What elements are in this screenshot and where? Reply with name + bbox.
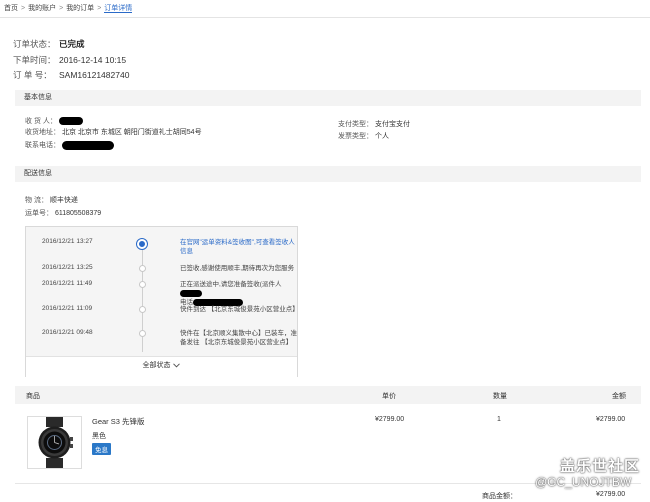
breadcrumb-separator: >	[59, 5, 64, 12]
product-unit-price: ¥2799.00	[375, 416, 405, 423]
redacted-courier	[180, 289, 202, 297]
watermark-community-name: 盖乐世社区	[560, 458, 641, 475]
tracking-message-block: 正在派送途中,请您准备签收(派件人 电话	[180, 280, 297, 307]
basic-info-header: 基本信息	[15, 90, 641, 106]
tracking-time: 2016/12/21 13:25	[42, 264, 93, 271]
tracking-time: 2016/12/21 11:09	[42, 305, 93, 312]
show-all-status-label: 全部状态	[142, 362, 171, 369]
breadcrumb-current: 订单详情	[104, 5, 133, 13]
timeline-dot-active-icon	[137, 239, 147, 249]
breadcrumb-account-link[interactable]: 我的账户	[28, 5, 56, 12]
breadcrumb: 首页 > 我的账户 > 我的订单 > 订单详情	[4, 3, 133, 15]
address-value: 北京 北京市 东城区 朝阳门街道礼士胡同54号	[61, 129, 202, 136]
product-color: 黑色	[92, 433, 106, 440]
breadcrumb-orders-link[interactable]: 我的订单	[66, 5, 94, 12]
order-status-value: 已完成	[59, 39, 85, 49]
payment-type-value: 支付宝支付	[374, 121, 410, 128]
breadcrumb-separator: >	[97, 5, 102, 12]
recipient-label: 收 货 人：	[25, 118, 57, 125]
recipient-row: 收 货 人：	[25, 116, 83, 126]
order-number-row: 订 单 号： SAM16121482740	[13, 69, 129, 81]
payment-type-row: 支付类型： 支付宝支付	[338, 119, 410, 129]
timeline-dot-icon	[139, 330, 146, 337]
shipping-info-header: 配送信息	[15, 166, 641, 182]
payment-type-label: 支付类型：	[338, 121, 373, 128]
header-quantity: 数量	[493, 393, 507, 400]
tracking-timeline: 2016/12/21 13:27 在官网"运单资料&签收图",可查看签收人信息 …	[25, 226, 299, 377]
shipping-info-title: 配送信息	[24, 170, 52, 177]
tracking-message: 已签收,感谢使用顺丰,期待再次为您服务	[180, 265, 295, 272]
invoice-type-label: 发票类型：	[338, 133, 373, 140]
header-product: 商品	[26, 393, 40, 400]
timeline-dot-icon	[139, 265, 146, 272]
product-table-header: 商品 单价 数量 金额	[15, 386, 641, 404]
tracking-time: 2016/12/21 11:49	[42, 280, 93, 287]
waybill-value: 611805508379	[54, 210, 102, 217]
goods-amount-value: ¥2799.00	[596, 491, 626, 498]
show-all-status-button[interactable]: 全部状态	[26, 356, 297, 377]
order-time-value: 2016-12-14 10:15	[59, 55, 127, 65]
watermark-user-handle: @GC_UNOJTBW	[535, 475, 632, 489]
tracking-message[interactable]: 在官网"运单资料&签收图",可查看签收人信息	[180, 238, 297, 256]
waybill-label: 运单号：	[25, 210, 53, 217]
phone-row: 联系电话：	[25, 140, 114, 150]
breadcrumb-separator: >	[21, 5, 26, 12]
tracking-message: 正在派送途中,请您准备签收(派件人	[180, 281, 282, 288]
order-status-label: 订单状态：	[13, 39, 56, 49]
product-name[interactable]: Gear S3 先锋版	[92, 416, 145, 427]
address-row: 收货地址： 北京 北京市 东城区 朝阳门街道礼士胡同54号	[25, 127, 202, 137]
waybill-row: 运单号： 611805508379	[25, 208, 101, 218]
goods-amount-label: 商品金额：	[482, 493, 517, 500]
timeline-dot-icon	[139, 306, 146, 313]
order-status-row: 订单状态： 已完成	[13, 38, 85, 50]
redacted-name	[58, 117, 83, 126]
product-amount: ¥2799.00	[596, 416, 626, 423]
basic-info-title: 基本信息	[24, 94, 52, 101]
tracking-time: 2016/12/21 13:27	[42, 238, 93, 245]
address-label: 收货地址：	[25, 129, 60, 136]
timeline-dot-icon	[139, 281, 146, 288]
product-image[interactable]	[27, 416, 82, 469]
invoice-type-row: 发票类型： 个人	[338, 131, 389, 141]
phone-label: 联系电话：	[25, 142, 60, 149]
order-time-row: 下单时间： 2016-12-14 10:15	[13, 54, 126, 66]
order-time-label: 下单时间：	[13, 55, 56, 65]
carrier-value: 顺丰快递	[49, 197, 78, 204]
carrier-label: 物 流：	[25, 197, 48, 204]
invoice-type-value: 个人	[374, 133, 389, 140]
carrier-row: 物 流： 顺丰快递	[25, 195, 78, 205]
watch-icon	[38, 417, 73, 468]
divider	[0, 17, 650, 18]
header-unit-price: 单价	[382, 393, 396, 400]
breadcrumb-home-link[interactable]: 首页	[4, 5, 18, 12]
chevron-down-icon	[173, 363, 181, 368]
tracking-message: 快件到达 【北京东城俊景苑小区营业点】	[180, 306, 299, 313]
header-amount: 金额	[612, 393, 626, 400]
tracking-time: 2016/12/21 09:48	[42, 329, 93, 336]
order-number-label: 订 单 号：	[13, 70, 52, 80]
redacted-phone	[61, 140, 114, 150]
tracking-message: 快件在【北京顺义集散中心】已装车，准备发往 【北京东城俊景苑小区营业点】	[180, 330, 297, 346]
product-quantity: 1	[497, 416, 501, 423]
order-number-value: SAM16121482740	[59, 70, 130, 80]
interest-free-badge: 免息	[92, 443, 111, 455]
